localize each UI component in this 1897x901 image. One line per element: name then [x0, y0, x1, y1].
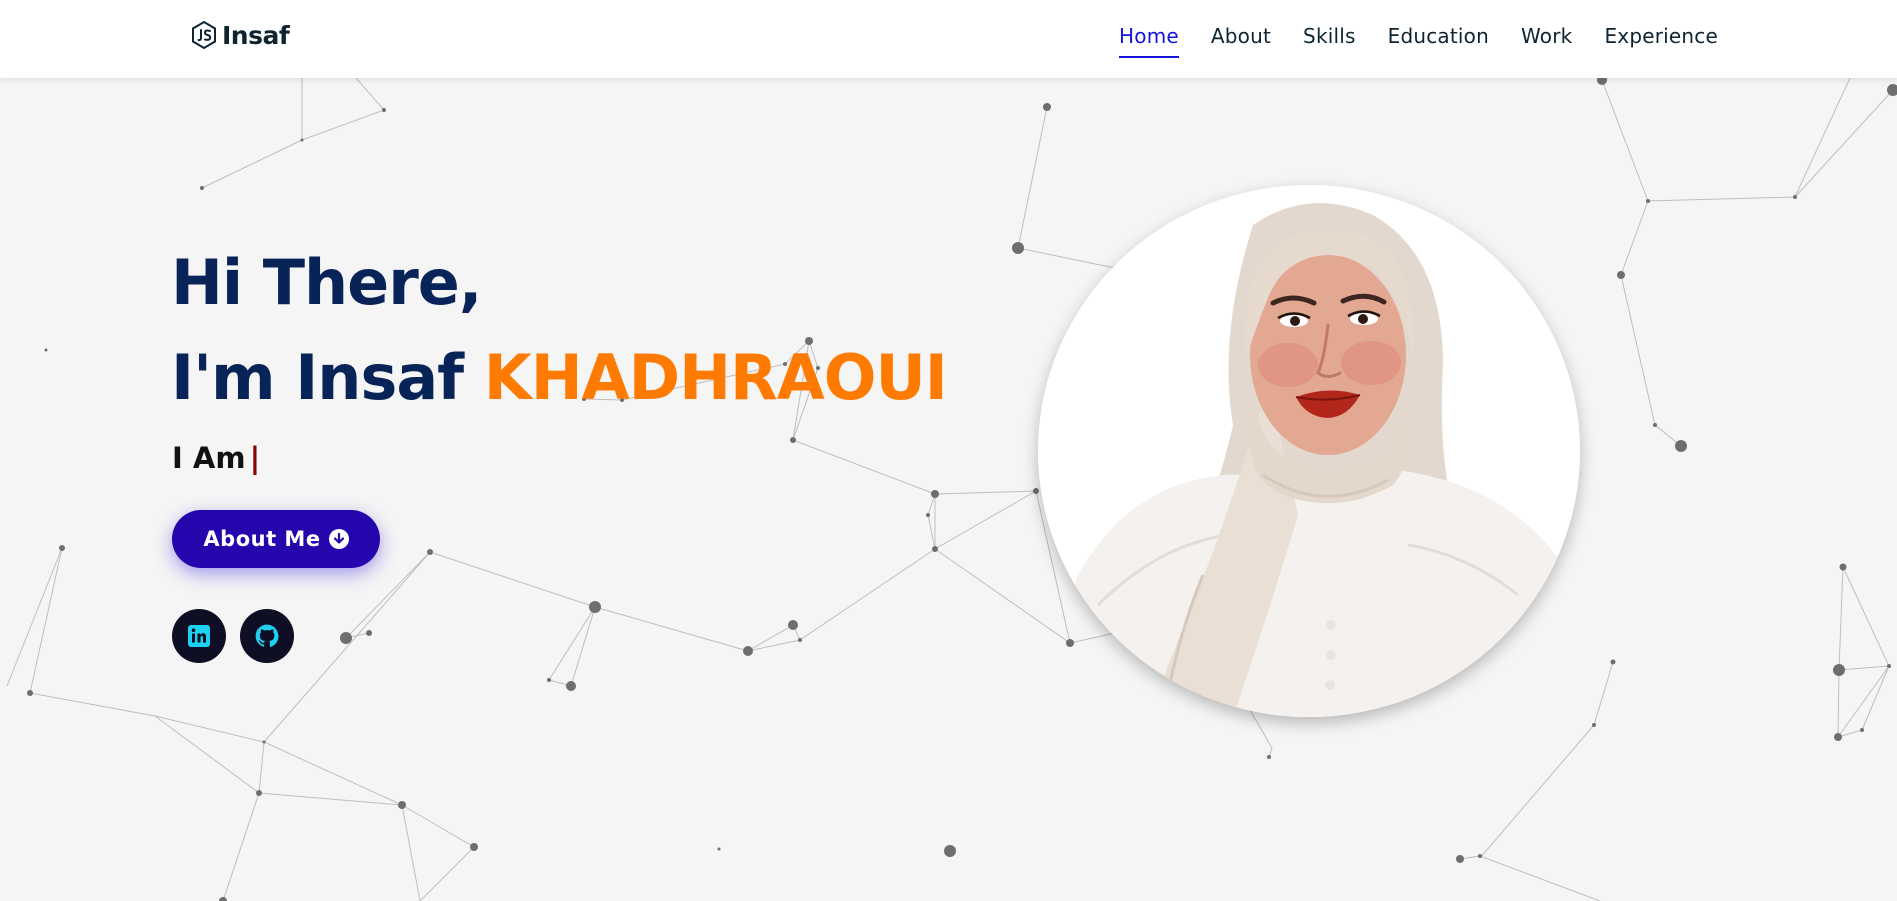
- github-link[interactable]: [240, 609, 294, 663]
- nav-home[interactable]: Home: [1119, 24, 1179, 58]
- about-me-label: About Me: [203, 527, 321, 551]
- typing-cursor: |: [249, 441, 261, 475]
- profile-photo: [1038, 185, 1580, 717]
- nav-about[interactable]: About: [1211, 24, 1271, 58]
- typing-text: I Am |: [172, 441, 260, 475]
- typing-prefix: I Am: [172, 441, 246, 475]
- about-me-button[interactable]: About Me: [172, 510, 380, 568]
- hero-intro: I'm Insaf KHADHRAOUI: [171, 338, 948, 418]
- logo-link[interactable]: Insaf: [190, 20, 290, 50]
- main-nav: Home About Skills Education Work Experie…: [1119, 24, 1718, 58]
- navbar: Insaf Home About Skills Education Work E…: [0, 0, 1897, 78]
- linkedin-link[interactable]: [172, 609, 226, 663]
- hero-surname: KHADHRAOUI: [483, 341, 948, 414]
- logo-text: Insaf: [222, 20, 290, 50]
- nav-work[interactable]: Work: [1521, 24, 1572, 58]
- hero-greeting: Hi There,: [171, 246, 482, 319]
- nav-education[interactable]: Education: [1388, 24, 1489, 58]
- nav-skills[interactable]: Skills: [1303, 24, 1356, 58]
- arrow-circle-down-icon: [328, 529, 349, 549]
- profile-photo-illustration: [1038, 185, 1580, 717]
- linkedin-icon: [188, 625, 210, 647]
- hero-intro-prefix: I'm Insaf: [171, 341, 484, 414]
- github-icon: [255, 624, 279, 647]
- js-hexagon-icon: [192, 20, 216, 50]
- social-links: [172, 609, 294, 663]
- hero-section: Hi There, I'm Insaf KHADHRAOUI I Am | Abo…: [0, 0, 1897, 901]
- nav-experience[interactable]: Experience: [1604, 24, 1718, 58]
